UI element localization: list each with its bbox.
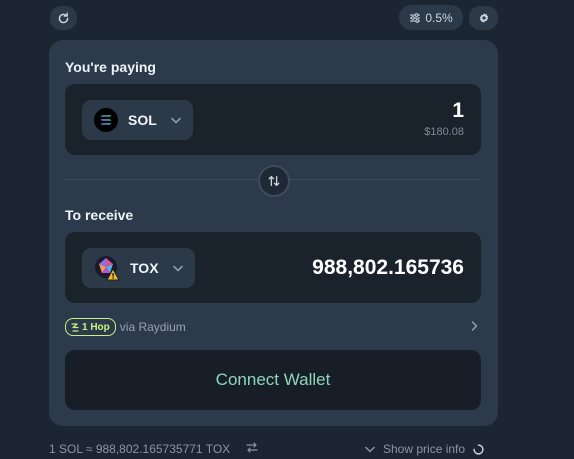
chevron-down-icon [170, 117, 181, 124]
receive-token-selector[interactable]: TOX [82, 248, 195, 288]
refresh-icon [58, 11, 69, 23]
hop-badge[interactable]: 1 Hop [65, 318, 116, 336]
pay-usd-value: $180.08 [424, 126, 464, 138]
pay-amount-input[interactable]: 1 [452, 99, 464, 123]
route-via: via Raydium [119, 320, 186, 334]
hop-count: 1 Hop [82, 321, 110, 333]
gear-icon [479, 13, 488, 23]
swap-page: 0.5% You're paying SOL 1 $180.08 To rece… [0, 0, 574, 459]
sliders-icon [410, 12, 421, 23]
receive-token-symbol: TOX [130, 260, 159, 276]
settings-button[interactable] [469, 6, 498, 30]
tox-token-icon [95, 256, 120, 281]
receive-label: To receive [65, 207, 134, 223]
sol-token-icon [94, 108, 118, 132]
route-info: 1 Hop via Raydium [65, 318, 481, 336]
chevron-down-icon [365, 446, 375, 452]
swap-card: You're paying SOL 1 $180.08 To receive T… [49, 40, 498, 426]
refresh-button[interactable] [50, 6, 77, 30]
show-price-info[interactable]: Show price info [365, 442, 484, 456]
slippage-value: 0.5% [425, 10, 453, 25]
pay-token-selector[interactable]: SOL [82, 100, 193, 140]
route-icon [71, 322, 79, 332]
exchange-rate: 1 SOL ≈ 988,802.165735771 TOX [49, 442, 231, 456]
receive-token-box: TOX 988,802.165736 [65, 232, 481, 303]
paying-label: You're paying [65, 59, 156, 75]
rate-swap-icon[interactable] [246, 442, 258, 456]
swap-arrows-icon [268, 175, 280, 187]
connect-wallet-button[interactable]: Connect Wallet [65, 350, 481, 410]
rate-footer: 1 SOL ≈ 988,802.165735771 TOX Show price… [49, 442, 509, 458]
chevron-down-icon [172, 265, 183, 272]
price-info-label: Show price info [383, 442, 466, 456]
pay-token-symbol: SOL [128, 112, 157, 128]
swap-direction-button[interactable] [258, 165, 290, 197]
slippage-button[interactable]: 0.5% [399, 5, 463, 30]
receive-amount: 988,802.165736 [312, 256, 464, 279]
pay-token-box: SOL 1 $180.08 [65, 84, 481, 155]
chevron-right-icon[interactable] [471, 320, 478, 334]
loading-spinner-icon [473, 443, 484, 455]
